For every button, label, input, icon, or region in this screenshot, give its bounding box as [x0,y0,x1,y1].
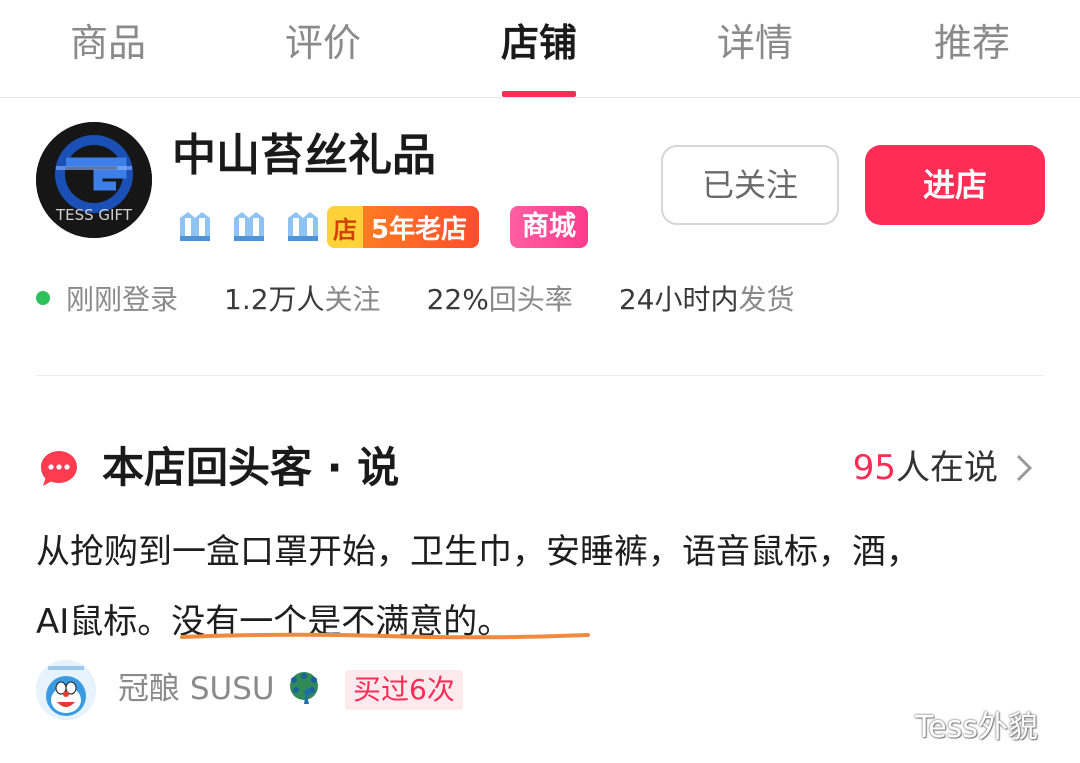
reviewers-count: 95 [852,448,896,488]
shop-name: 中山苔丝礼品 [172,130,436,181]
shipping-time: 24小时内 [618,283,739,316]
watermark: Tess外貌 [915,710,1038,745]
reviewer-name[interactable]: 冠酿 SUSU [118,666,275,712]
old-shop-badge: 店 5年老店 [327,206,480,248]
chat-bubble-icon [41,451,77,486]
reviewers-count-label: 人在说 [896,448,998,488]
return-rate-stat: 22%回头率 [427,278,573,318]
shipping-stat: 24小时内发货 [619,278,795,318]
purchase-count-badge: 买过6次 [345,670,463,710]
annotation-underline [180,632,590,640]
login-status: 刚刚登录 [66,283,179,316]
tab-recommend[interactable]: 推荐 [892,18,1052,68]
review-text-line-1: 从抢购到一盒口罩开始，卫生巾，安睡裤，语音鼠标，酒， [36,532,920,572]
return-rate-label: 回头率 [488,283,573,316]
crown-icon [180,212,210,241]
reviewer-avatar[interactable] [36,660,96,720]
chevron-right-icon[interactable] [1014,452,1034,484]
return-rate-value: 22% [426,283,489,316]
followers-count: 1.2万人 [224,283,325,316]
followers-stat: 1.2万人关注 [224,278,381,318]
svg-text:TESS GIFT: TESS GIFT [55,206,133,224]
tab-reviews[interactable]: 评价 [243,18,403,68]
returning-customers-title: 本店回头客 · 说 [102,443,400,492]
shop-logo[interactable]: TESS GIFT [36,122,152,238]
tab-products[interactable]: 商品 [28,18,188,68]
shop-level [176,208,322,248]
enter-shop-button[interactable]: 进店 [865,145,1045,225]
followers-label: 关注 [324,283,381,316]
old-shop-label: 5年老店 [371,214,468,245]
tab-details[interactable]: 详情 [675,18,835,68]
shop-mark-icon: 店 [327,206,363,248]
tab-shop[interactable]: 店铺 [459,18,619,68]
followed-button[interactable]: 已关注 [661,145,839,225]
active-tab-indicator [502,91,576,97]
crown-icon [234,212,264,241]
shop-logo-icon: TESS GIFT [36,122,152,238]
online-status-icon [36,291,50,305]
crown-icon [288,212,318,241]
section-divider [36,375,1044,376]
peacock-icon [290,672,318,704]
tab-bar: 商品 评价 店铺 详情 推荐 [0,0,1080,98]
shipping-label: 发货 [738,283,795,316]
reviewers-count-link[interactable]: 95人在说 [853,444,998,492]
doraemon-avatar-icon [36,660,96,720]
mall-badge: 商城 [510,206,588,248]
shop-stats: 刚刚登录 1.2万人关注 22%回头率 24小时内发货 [36,278,840,318]
